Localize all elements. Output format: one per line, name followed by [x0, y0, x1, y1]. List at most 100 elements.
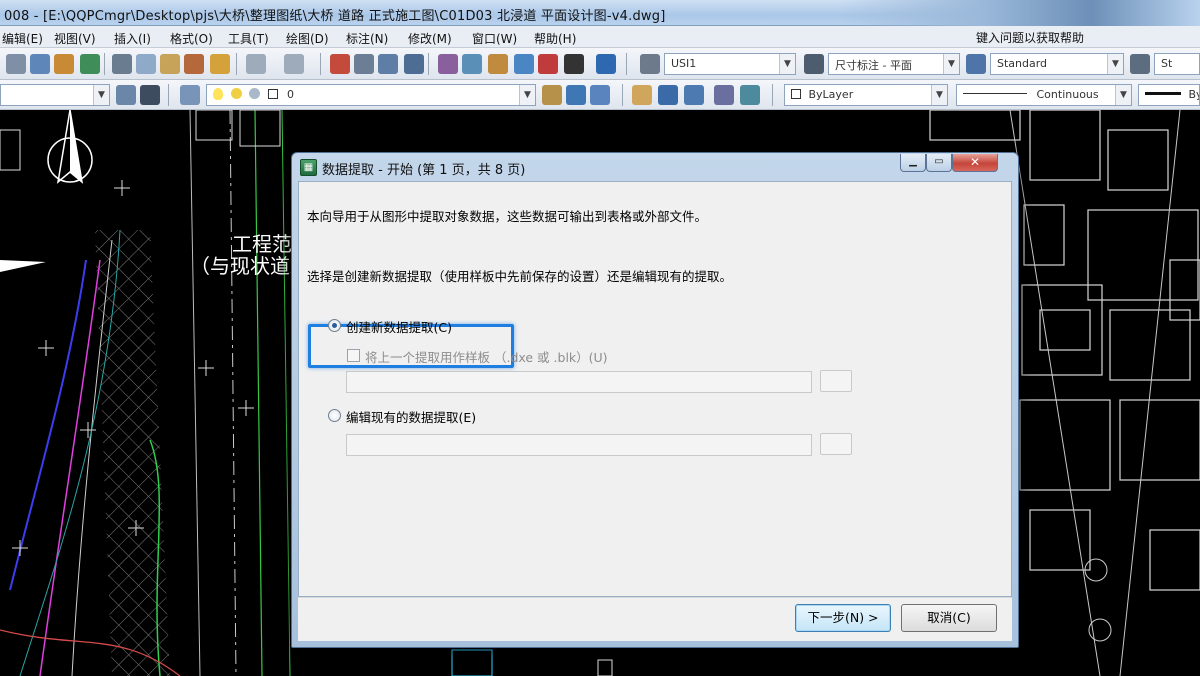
help-search-input[interactable]: 键入问题以获取帮助 — [976, 29, 1084, 46]
layer-properties-icon[interactable] — [116, 85, 136, 105]
line-weight-sample-icon — [1145, 92, 1181, 95]
layer-value: 0 — [287, 88, 294, 101]
menu-insert[interactable]: 插入(I) — [114, 30, 151, 47]
menu-modify[interactable]: 修改(M) — [408, 30, 452, 47]
question-text: 选择是创建新数据提取（使用样板中先前保存的设置）还是编辑现有的提取。 — [307, 269, 733, 284]
minimize-button[interactable]: ▁ — [900, 154, 926, 172]
menu-draw[interactable]: 绘图(D) — [286, 30, 329, 47]
intro-text: 本向导用于从图形中提取对象数据，这些数据可输出到表格或外部文件。 — [307, 209, 708, 224]
data-extraction-icon: ▦ — [300, 159, 317, 176]
existing-path-input[interactable] — [346, 434, 812, 456]
line-sample-icon — [963, 93, 1027, 94]
create-new-label[interactable]: 创建新数据提取(C) — [346, 317, 452, 336]
menu-window[interactable]: 窗口(W) — [472, 30, 517, 47]
pan-icon[interactable] — [330, 54, 350, 74]
copy-icon[interactable] — [136, 54, 156, 74]
cancel-button[interactable]: 取消(C) — [901, 604, 997, 632]
zoom-window-icon[interactable] — [378, 54, 398, 74]
dialog-title: 数据提取 - 开始 (第 1 页，共 8 页) — [322, 163, 526, 178]
brush-icon[interactable] — [210, 54, 230, 74]
hatch-back-icon[interactable] — [740, 85, 760, 105]
chevron-down-icon: ▼ — [1107, 54, 1123, 74]
markup-icon[interactable] — [538, 54, 558, 74]
sheet-set-icon[interactable] — [514, 54, 534, 74]
lineweight-value: By — [1188, 88, 1200, 101]
zoom-previous-icon[interactable] — [404, 54, 424, 74]
next-button[interactable]: 下一步(N) > — [795, 604, 891, 632]
calculator-icon[interactable] — [564, 54, 584, 74]
color-select[interactable]: ByLayer ▼ — [784, 84, 948, 106]
bring-front-icon[interactable] — [658, 85, 678, 105]
text-style-value: USI1 — [671, 57, 697, 70]
chevron-down-icon: ▼ — [931, 85, 947, 105]
open-icon[interactable] — [30, 54, 50, 74]
draw-order-icon[interactable] — [632, 85, 652, 105]
lightbulb-icon — [213, 88, 223, 100]
create-new-radio[interactable] — [328, 319, 341, 332]
template-browse-button[interactable] — [820, 370, 852, 392]
tool-palettes-icon[interactable] — [488, 54, 508, 74]
template-path-input[interactable] — [346, 371, 812, 393]
layer-previous-icon[interactable] — [566, 85, 586, 105]
chevron-down-icon: ▼ — [943, 54, 959, 74]
menu-edit[interactable]: 编辑(E) — [2, 30, 43, 47]
layer-match-icon[interactable] — [590, 85, 610, 105]
send-back-icon[interactable] — [684, 85, 704, 105]
table-style-icon[interactable] — [966, 54, 986, 74]
use-template-label: 将上一个提取用作样板 （.dxe 或 .blk）(U) — [365, 350, 608, 365]
dim-style-value: 尺寸标注 - 平面 — [835, 59, 912, 72]
data-extraction-dialog: ▦ 数据提取 - 开始 (第 1 页，共 8 页) ▁ ▭ ✕ 本向导用于从图形… — [291, 152, 1019, 648]
workspace-select[interactable]: ▼ — [0, 84, 110, 106]
edit-existing-radio[interactable] — [328, 409, 341, 422]
layers-toolbar: ▼ 0 ▼ ByLayer ▼ Continuous ▼ By — [0, 80, 1200, 110]
dim-style-icon[interactable] — [804, 54, 824, 74]
title-bar-background-art — [840, 0, 1200, 26]
table-style-select[interactable]: Standard ▼ — [990, 53, 1124, 75]
text-above-icon[interactable] — [714, 85, 734, 105]
multileader-style-value: St — [1161, 57, 1173, 70]
chevron-down-icon: ▼ — [519, 85, 535, 105]
existing-browse-button[interactable] — [820, 433, 852, 455]
edit-existing-label[interactable]: 编辑现有的数据提取(E) — [346, 407, 476, 426]
help-icon[interactable] — [596, 54, 616, 74]
menu-view[interactable]: 视图(V) — [54, 30, 96, 47]
linetype-select[interactable]: Continuous ▼ — [956, 84, 1132, 106]
menu-format[interactable]: 格式(O) — [170, 30, 213, 47]
lineweight-select[interactable]: By — [1138, 84, 1200, 106]
text-style-select[interactable]: USI1 ▼ — [664, 53, 796, 75]
multileader-style-select[interactable]: St — [1154, 53, 1200, 75]
use-template-checkbox[interactable] — [347, 349, 360, 362]
maximize-button[interactable]: ▭ — [926, 154, 952, 172]
cut-icon[interactable] — [112, 54, 132, 74]
menu-help[interactable]: 帮助(H) — [534, 30, 576, 47]
layer-tools-icon[interactable] — [180, 85, 200, 105]
design-center-icon[interactable] — [462, 54, 482, 74]
plot-icon[interactable] — [80, 54, 100, 74]
new-icon[interactable] — [6, 54, 26, 74]
dim-style-select[interactable]: 尺寸标注 - 平面 ▼ — [828, 53, 960, 75]
chevron-down-icon: ▼ — [93, 85, 109, 105]
standard-toolbar: USI1 ▼ 尺寸标注 - 平面 ▼ Standard ▼ St — [0, 48, 1200, 80]
table-style-value: Standard — [997, 57, 1048, 70]
make-current-icon[interactable] — [542, 85, 562, 105]
menu-tools[interactable]: 工具(T) — [228, 30, 269, 47]
chevron-down-icon: ▼ — [1115, 85, 1131, 105]
layer-select[interactable]: 0 ▼ — [206, 84, 536, 106]
undo-icon[interactable] — [246, 54, 266, 74]
multileader-style-icon[interactable] — [1130, 54, 1150, 74]
save-icon[interactable] — [54, 54, 74, 74]
chevron-down-icon: ▼ — [779, 54, 795, 74]
color-value: ByLayer — [808, 88, 854, 101]
redo-icon[interactable] — [284, 54, 304, 74]
text-style-icon[interactable] — [640, 54, 660, 74]
layer-state-icon[interactable] — [140, 85, 160, 105]
lock-icon — [249, 88, 260, 99]
color-swatch-icon — [791, 89, 801, 99]
menu-dimension[interactable]: 标注(N) — [346, 30, 388, 47]
menu-bar: 编辑(E) 视图(V) 插入(I) 格式(O) 工具(T) 绘图(D) 标注(N… — [0, 26, 1200, 48]
paste-icon[interactable] — [160, 54, 180, 74]
properties-icon[interactable] — [438, 54, 458, 74]
match-properties-icon[interactable] — [184, 54, 204, 74]
zoom-realtime-icon[interactable] — [354, 54, 374, 74]
close-button[interactable]: ✕ — [952, 154, 998, 172]
